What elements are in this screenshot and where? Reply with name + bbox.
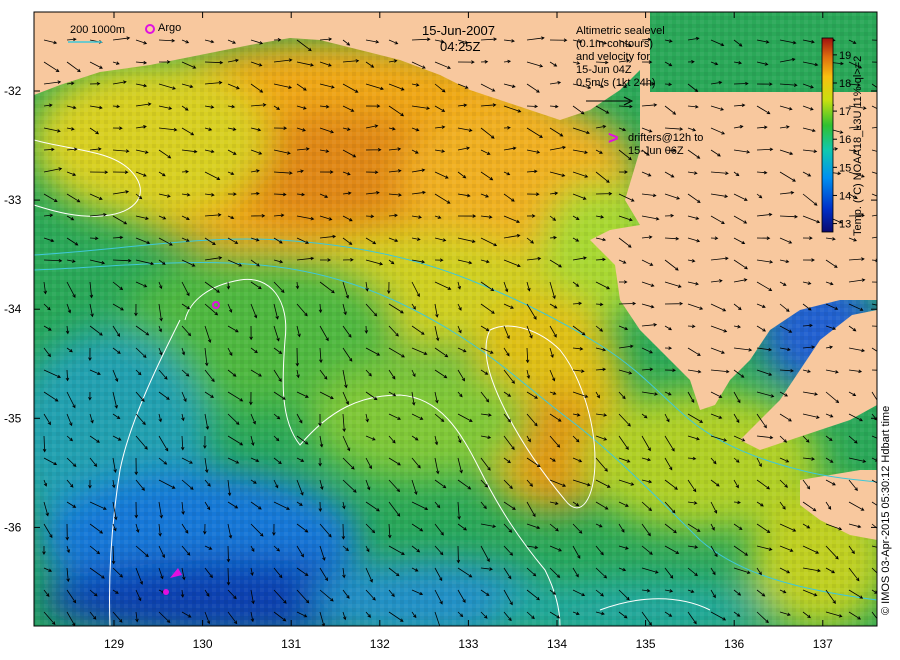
lon-tick-label: 135	[636, 637, 656, 651]
drifters-note-line: drifters@12h to	[628, 132, 704, 144]
lon-tick-label: 133	[458, 637, 478, 651]
colorbar-label: Temp. (°C) NOAA18_L3U 11% ql>=2	[852, 55, 864, 236]
lat-tick-label: -33	[4, 193, 22, 207]
lon-tick-label: 136	[724, 637, 744, 651]
colorbar-tick-label: 19	[839, 50, 851, 62]
drifters-note: drifters@12h to 15-Jun 06Z	[628, 132, 703, 158]
altimetry-note-line: and velocity for	[576, 51, 650, 63]
lat-tick-label: -35	[4, 411, 22, 425]
credit-text: © IMOS 03-Apr-2015 05:30:12 Hdbart time	[880, 405, 892, 615]
lon-tick-label: 132	[370, 637, 390, 651]
lat-tick-label: -34	[4, 302, 22, 316]
lon-tick-label: 131	[281, 637, 301, 651]
map-plot-area	[34, 12, 877, 626]
lon-tick-label: 130	[193, 637, 213, 651]
colorbar-tick-label: 18	[839, 78, 851, 90]
colorbar-tick-label: 17	[839, 106, 851, 118]
lat-tick-label: -32	[4, 84, 22, 98]
altimetry-note-line: (0.1m contours)	[576, 38, 654, 50]
map-time: 04:25Z	[440, 39, 481, 54]
sst-map: 129 130 131 132 133 134 135 136 137 -32 -33 -34 -35…	[4, 11, 878, 651]
colorbar-tick-label: 16	[839, 134, 851, 146]
lon-tick-label: 129	[104, 637, 124, 651]
isobath-legend-label: 200 1000m	[70, 24, 126, 36]
lat-tick-label: -36	[4, 520, 22, 534]
drifters-note-line: 15-Jun 06Z	[628, 145, 684, 157]
colorbar-tick-label: 13	[839, 219, 851, 231]
map-date: 15-Jun-2007	[422, 23, 495, 38]
drifter-position-marker	[163, 589, 169, 595]
altimetry-note: Altimetric sealevel (0.1m contours) and …	[576, 25, 665, 90]
colorbar	[821, 37, 834, 233]
colorbar-tick-label: 14	[839, 190, 851, 202]
colorbar-tick-label: 15	[839, 162, 851, 174]
lon-tick-label: 137	[813, 637, 833, 651]
altimetry-note-line: Altimetric sealevel	[576, 25, 665, 37]
altimetry-note-line: 15-Jun 04Z	[576, 64, 632, 76]
drifter-legend-icon: >	[608, 128, 619, 148]
argo-legend-label: Argo	[158, 22, 182, 34]
altimetry-note-line: 0.5m/s (1kt 24h)	[576, 77, 656, 89]
lon-tick-label: 134	[547, 637, 567, 651]
